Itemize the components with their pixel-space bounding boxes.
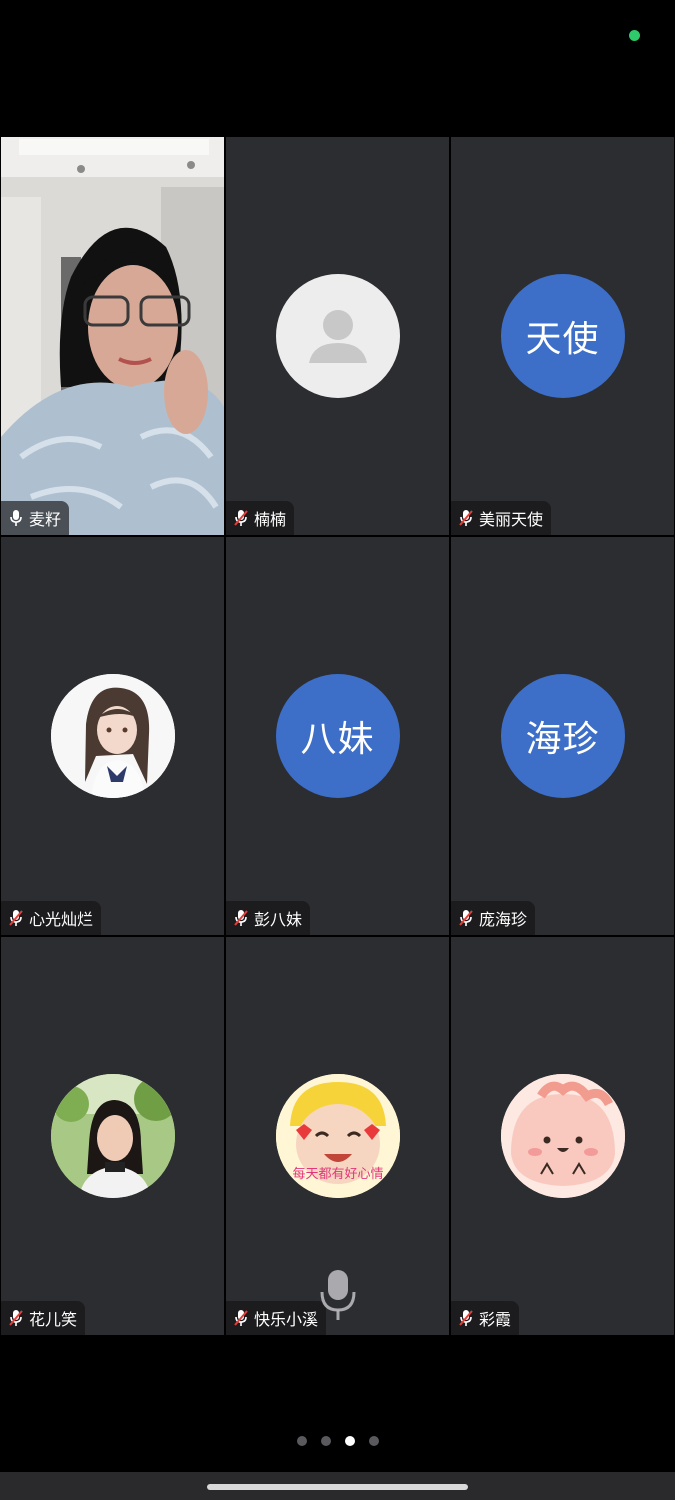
participant-name: 花儿笑 [29, 1310, 78, 1329]
participant-name: 庞海珍 [479, 910, 528, 929]
participant-name-tag: 楠楠 [226, 501, 295, 535]
microphone-icon [10, 510, 22, 526]
page-dot[interactable] [296, 1436, 307, 1446]
sticker-caption: 每天都有好心情 [292, 1166, 383, 1182]
initials-avatar: 天使 [500, 274, 625, 398]
participant-tile[interactable]: 心光灿烂 [1, 537, 224, 935]
participant-name: 心光灿烂 [29, 910, 94, 929]
woman-portrait-avatar-icon [50, 1074, 175, 1198]
status-indicator [629, 30, 640, 41]
floating-microphone-icon[interactable] [318, 1268, 358, 1322]
muted-microphone-icon [234, 910, 248, 926]
participant-name: 彩霞 [479, 1310, 512, 1329]
muted-microphone-icon [9, 910, 23, 926]
participant-name-tag: 彩霞 [451, 1301, 520, 1335]
initials-avatar: 八妹 [275, 674, 400, 798]
muted-microphone-icon [9, 1310, 23, 1326]
muted-microphone-icon [234, 510, 248, 526]
muted-microphone-icon [459, 510, 473, 526]
participant-tile[interactable]: 海珍 庞海珍 [451, 537, 674, 935]
home-indicator-bar [0, 1472, 675, 1500]
participant-name: 美丽天使 [479, 510, 544, 529]
muted-microphone-icon [459, 1310, 473, 1326]
camera-video-feed [1, 137, 224, 535]
participant-name-tag: 心光灿烂 [1, 901, 102, 935]
participant-name: 楠楠 [254, 510, 287, 529]
muted-microphone-icon [459, 910, 473, 926]
participant-tile[interactable]: 花儿笑 [1, 937, 224, 1335]
participant-tile[interactable]: 八妹 彭八妹 [226, 537, 449, 935]
default-user-avatar-icon [275, 274, 400, 398]
page-dot[interactable] [320, 1436, 331, 1446]
participant-tile[interactable]: 彩霞 [451, 937, 674, 1335]
participant-name-tag: 美丽天使 [451, 501, 552, 535]
participant-name: 彭八妹 [254, 910, 303, 929]
participant-name-tag: 庞海珍 [451, 901, 536, 935]
participant-grid: 麦籽 楠楠 天使 美丽天使 心光灿烂 八妹 彭八妹 海珍 庞海珍 花儿笑 每天都… [0, 136, 675, 1336]
baby-sticker-avatar-icon: 每天都有好心情 [275, 1074, 400, 1198]
page-indicator [0, 1436, 675, 1446]
participant-name: 快乐小溪 [254, 1310, 319, 1329]
home-indicator-handle[interactable] [207, 1484, 468, 1490]
participant-tile[interactable]: 天使 美丽天使 [451, 137, 674, 535]
participant-name-tag: 快乐小溪 [226, 1301, 327, 1335]
pink-cartoon-avatar-icon [500, 1074, 625, 1198]
participant-name-tag: 麦籽 [1, 501, 70, 535]
page-dot-active[interactable] [344, 1436, 355, 1446]
participant-tile[interactable]: 楠楠 [226, 137, 449, 535]
participant-name-tag: 花儿笑 [1, 1301, 86, 1335]
page-dot[interactable] [368, 1436, 379, 1446]
participant-tile-video[interactable]: 麦籽 [1, 137, 224, 535]
initials-avatar: 海珍 [500, 674, 625, 798]
participant-name: 麦籽 [29, 510, 62, 529]
muted-microphone-icon [234, 1310, 248, 1326]
participant-name-tag: 彭八妹 [226, 901, 311, 935]
anime-girl-avatar-icon [50, 674, 175, 798]
